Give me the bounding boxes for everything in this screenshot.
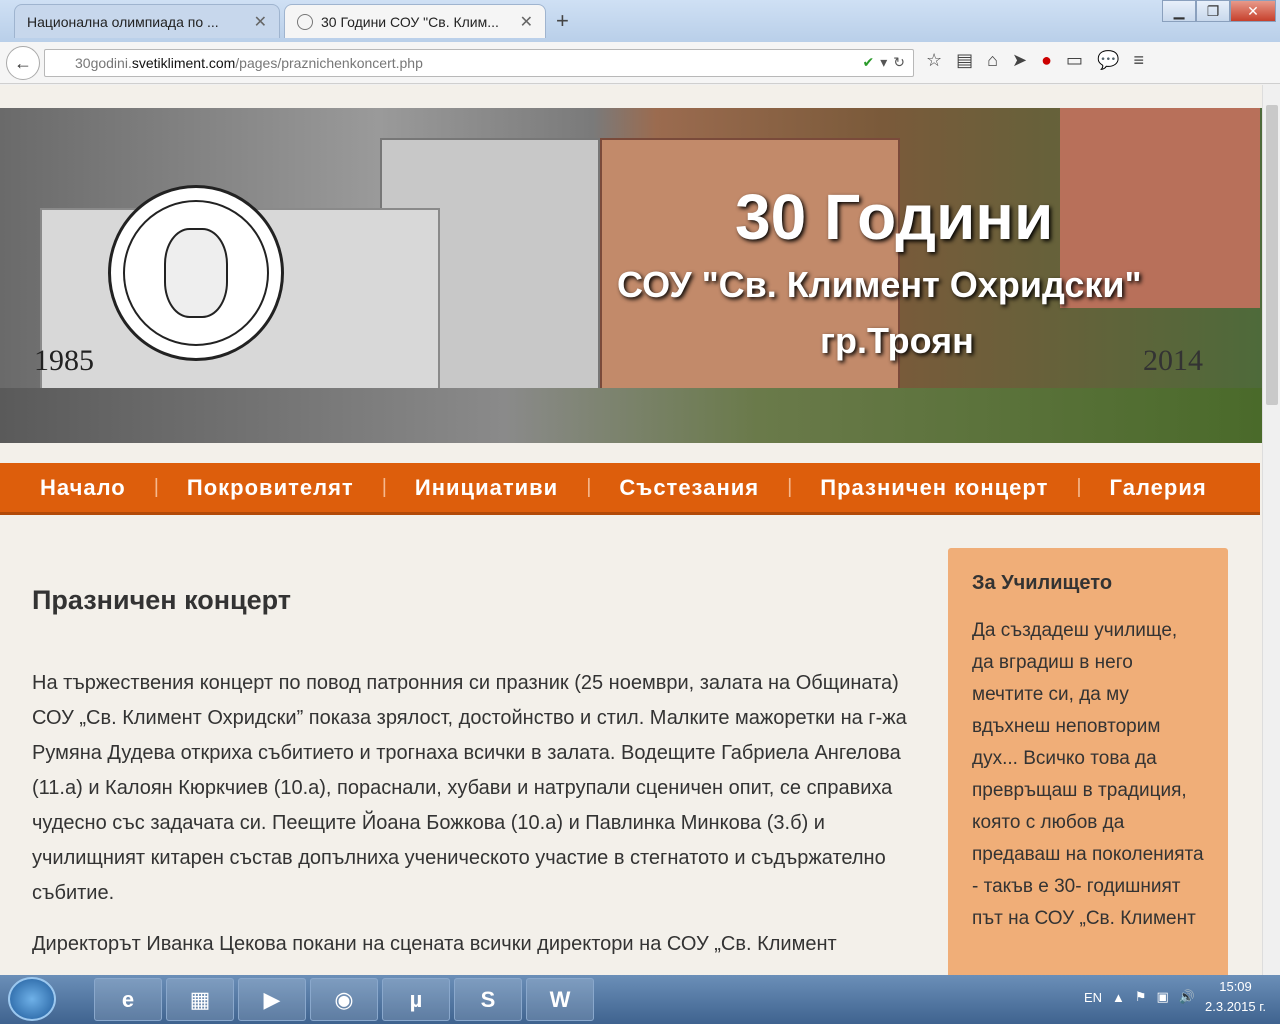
- banner-subtitle: СОУ "Св. Климент Охридски": [617, 264, 1142, 305]
- ground-image: [0, 388, 1262, 443]
- word-icon[interactable]: W: [526, 978, 594, 1021]
- banner-title: 30 Години: [735, 181, 1054, 253]
- menu-item-concert[interactable]: Празничен концерт: [820, 475, 1048, 501]
- dropdown-icon[interactable]: ▾: [880, 54, 887, 71]
- sidebar-title: За Училището: [972, 572, 1113, 594]
- volume-icon[interactable]: 🔊: [1179, 989, 1195, 1005]
- menu-item-patron[interactable]: Покровителят: [187, 475, 354, 501]
- toolbar-icons: ☆ ▤ ⌂ ➤ ● ▭ 💬 ≡: [926, 50, 1144, 71]
- school-logo: [108, 185, 284, 361]
- window-controls: ▁ ❐ ✕: [1162, 0, 1276, 22]
- menu-separator: |: [787, 476, 793, 498]
- url-path: /pages/praznichenkoncert.php: [235, 55, 423, 71]
- menu-item-competitions[interactable]: Състезания: [619, 475, 759, 501]
- back-button[interactable]: ←: [6, 46, 40, 80]
- reading-list-icon[interactable]: ▤: [956, 50, 973, 71]
- tab-bar: Национална олимпиада по ... ✕ 30 Години …: [0, 0, 1280, 42]
- main-menu: Начало | Покровителят | Инициативи | Със…: [0, 463, 1260, 515]
- menu-separator: |: [1076, 476, 1082, 498]
- menu-separator: |: [153, 476, 159, 498]
- chat-icon[interactable]: 💬: [1097, 50, 1119, 71]
- url-icons: ✔ ▾ ↻: [863, 54, 906, 71]
- article-paragraph: Директорът Иванка Цекова покани на сцена…: [32, 933, 837, 955]
- menu-item-gallery[interactable]: Галерия: [1110, 475, 1207, 501]
- skype-icon[interactable]: S: [454, 978, 522, 1021]
- close-icon[interactable]: ✕: [254, 12, 267, 32]
- start-button[interactable]: [8, 977, 56, 1021]
- sidebar-text: Да създадеш училище, да вградиш в него м…: [972, 620, 1204, 929]
- address-bar[interactable]: 30godini. svetikliment.com/pages/praznich…: [44, 49, 914, 77]
- send-icon[interactable]: ➤: [1012, 50, 1027, 71]
- bookmark-star-icon[interactable]: ☆: [926, 50, 942, 71]
- system-tray: EN ▲ ⚑ ▣ 🔊 15:09 2.3.2015 г.: [1084, 977, 1266, 1017]
- close-icon[interactable]: ✕: [520, 12, 533, 32]
- tab-olympiad[interactable]: Национална олимпиада по ... ✕: [14, 4, 280, 38]
- clock[interactable]: 15:09 2.3.2015 г.: [1205, 977, 1266, 1017]
- flag-icon[interactable]: ⚑: [1135, 989, 1147, 1005]
- scrollbar[interactable]: [1262, 85, 1280, 975]
- menu-separator: |: [586, 476, 592, 498]
- clock-date: 2.3.2015 г.: [1205, 999, 1266, 1014]
- adblock-icon[interactable]: ●: [1041, 50, 1052, 71]
- clock-time: 15:09: [1219, 979, 1252, 994]
- year-end: 2014: [1143, 344, 1203, 377]
- network-icon[interactable]: ▣: [1157, 989, 1169, 1005]
- scrollbar-thumb[interactable]: [1266, 105, 1278, 405]
- window-icon[interactable]: ▭: [1066, 50, 1083, 71]
- sidebar-about: За Училището Да създадеш училище, да вгр…: [948, 548, 1228, 975]
- article-paragraph: На тържествения концерт по повод патронн…: [32, 672, 907, 904]
- minimize-button[interactable]: ▁: [1162, 0, 1196, 22]
- window-close-button[interactable]: ✕: [1230, 0, 1276, 22]
- tray-expand-icon[interactable]: ▲: [1112, 990, 1125, 1005]
- menu-item-home[interactable]: Начало: [40, 475, 126, 501]
- navigation-bar: ← 30godini. svetikliment.com/pages/prazni…: [0, 42, 1280, 84]
- menu-separator: |: [381, 476, 387, 498]
- header-banner: 30 Години СОУ "Св. Климент Охридски" гр.…: [0, 108, 1262, 443]
- firefox-icon[interactable]: ◉: [310, 978, 378, 1021]
- tab-title: Национална олимпиада по ...: [27, 13, 219, 30]
- banner-city: гр.Троян: [820, 320, 974, 361]
- reload-icon[interactable]: ↻: [893, 54, 905, 71]
- language-indicator[interactable]: EN: [1084, 990, 1102, 1005]
- maximize-button[interactable]: ❐: [1196, 0, 1230, 22]
- favicon-icon: [297, 13, 313, 30]
- taskbar: e ▦ ▶ ◉ µ S W EN ▲ ⚑ ▣ 🔊 15:09 2.3.2015 …: [0, 975, 1280, 1024]
- check-icon: ✔: [862, 54, 875, 70]
- tab-30-godini[interactable]: 30 Години СОУ "Св. Клим... ✕: [284, 4, 546, 38]
- home-icon[interactable]: ⌂: [987, 50, 998, 71]
- logo-ring: [123, 200, 269, 346]
- tab-title: 30 Години СОУ "Св. Клим...: [321, 13, 499, 30]
- url-domain: svetikliment.com: [131, 55, 236, 71]
- url-prefix: 30godini.: [75, 55, 132, 71]
- utorrent-icon[interactable]: µ: [382, 978, 450, 1021]
- menu-icon[interactable]: ≡: [1133, 50, 1144, 71]
- menu-item-initiatives[interactable]: Инициативи: [415, 475, 558, 501]
- media-player-icon[interactable]: ▶: [238, 978, 306, 1021]
- year-start: 1985: [34, 344, 94, 377]
- new-tab-button[interactable]: +: [556, 8, 569, 34]
- internet-explorer-icon[interactable]: e: [94, 978, 162, 1021]
- article-title: Празничен концерт: [32, 585, 292, 615]
- web-page: 30 Години СОУ "Св. Климент Охридски" гр.…: [0, 85, 1262, 975]
- file-explorer-icon[interactable]: ▦: [166, 978, 234, 1021]
- article: Празничен концерт На тържествения концер…: [32, 585, 922, 962]
